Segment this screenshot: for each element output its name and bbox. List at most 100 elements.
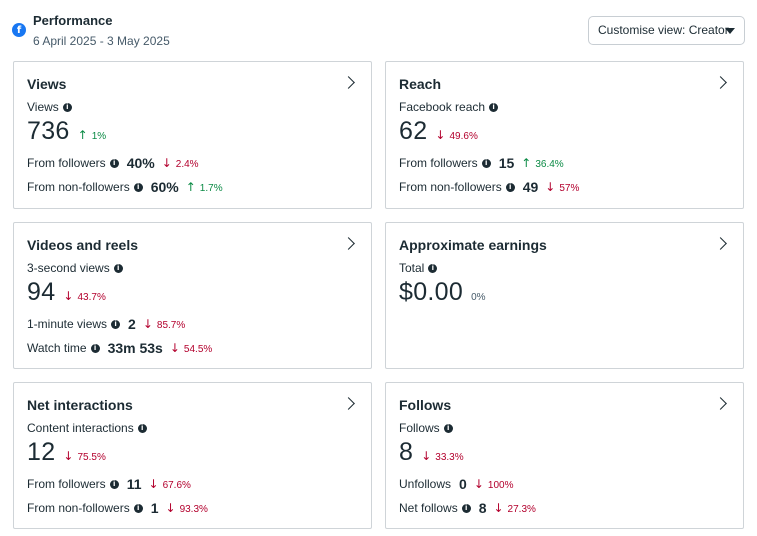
info-icon[interactable]: i <box>111 319 121 329</box>
caret-down-icon <box>725 28 735 34</box>
metric-label-text: Facebook reach <box>399 100 486 114</box>
change-value: 0% <box>471 292 486 303</box>
breakdown-value: 49 <box>522 179 539 195</box>
arrow-down-icon: ↓ <box>421 449 432 463</box>
metric-label: 3-second views i <box>27 261 123 275</box>
change-value: 2.4% <box>175 159 199 170</box>
metric-label-text: Content interactions <box>27 421 134 435</box>
interactions-details-button[interactable] <box>339 393 361 415</box>
info-icon[interactable]: i <box>109 479 119 489</box>
performance-header: f Performance 6 April 2025 - 3 May 2025 … <box>12 12 745 52</box>
change-indicator: ↓ 85.7% <box>143 317 185 331</box>
views-details-button[interactable] <box>339 72 361 94</box>
follows-details-button[interactable] <box>711 393 733 415</box>
breakdown-value: 33m 53s <box>107 340 163 356</box>
breakdown-label: Watch time <box>27 341 87 355</box>
info-icon[interactable]: i <box>443 423 453 433</box>
change-indicator: ↓ 49.6% <box>435 128 477 142</box>
breakdown-value: 60% <box>150 179 179 195</box>
change-value: 67.6% <box>162 480 191 491</box>
change-indicator: ↑ 1.7% <box>186 180 223 194</box>
date-range: 6 April 2025 - 3 May 2025 <box>33 34 170 48</box>
breakdown-label: From followers <box>27 477 106 491</box>
arrow-down-icon: ↓ <box>63 289 74 303</box>
videos-reels-card[interactable]: Videos and reels 3-second views i 94 ↓ 43.… <box>13 222 372 369</box>
breakdown-value: 0 <box>459 476 467 492</box>
info-icon[interactable]: i <box>428 263 438 273</box>
earnings-card[interactable]: Approximate earnings Total i $0.00 0% <box>385 222 744 369</box>
info-icon[interactable]: i <box>505 182 515 192</box>
follows-card[interactable]: Follows Follows i 8 ↓ 33.3% Unfollows 0 ↓ 1… <box>385 382 744 529</box>
views-card[interactable]: Views Views i 736 ↑ 1% From followers i 40%… <box>13 61 372 209</box>
change-value: 100% <box>487 480 514 491</box>
metric-label: Total i <box>399 261 438 275</box>
reach-details-button[interactable] <box>711 72 733 94</box>
breakdown-value: 40% <box>126 155 155 171</box>
metric-label: Facebook reach i <box>399 100 499 114</box>
metric-value: 62 <box>399 117 428 145</box>
breakdown-row: From non-followers i 49 ↓ 57% <box>399 179 579 195</box>
change-value: 85.7% <box>156 320 186 331</box>
change-indicator: ↓ 33.3% <box>421 449 463 463</box>
change-value: 33.3% <box>435 452 464 463</box>
breakdown-label: From followers <box>27 156 106 170</box>
customise-view-dropdown[interactable]: Customise view: Creator <box>588 16 745 45</box>
change-indicator: ↓ 100% <box>474 477 514 491</box>
change-indicator: ↓ 67.6% <box>149 477 191 491</box>
breakdown-label: Unfollows <box>399 477 452 491</box>
metric-label-text: Views <box>27 100 59 114</box>
breakdown-label: From non-followers <box>399 180 502 194</box>
info-icon[interactable]: i <box>481 158 491 168</box>
metric-label: Views i <box>27 100 72 114</box>
breakdown-row: From followers i 40% ↓ 2.4% <box>27 155 199 171</box>
breakdown-value: 1 <box>150 500 159 516</box>
arrow-down-icon: ↓ <box>473 477 484 491</box>
breakdown-row: From followers i 11 ↓ 67.6% <box>27 476 191 492</box>
info-icon[interactable]: i <box>461 503 471 513</box>
breakdown-label: 1-minute views <box>27 317 108 331</box>
arrow-down-icon: ↓ <box>493 501 504 515</box>
breakdown-value: 11 <box>126 476 142 492</box>
change-indicator: ↓ 54.5% <box>170 341 212 355</box>
breakdown-value: 2 <box>128 316 136 332</box>
breakdown-label: Net follows <box>399 501 458 515</box>
change-value: 43.7% <box>77 292 106 303</box>
chevron-right-icon <box>342 76 355 89</box>
change-value: 1.7% <box>199 183 223 194</box>
metric-label: Content interactions i <box>27 421 147 435</box>
breakdown-label: From non-followers <box>27 501 130 515</box>
videos-details-button[interactable] <box>339 233 361 255</box>
earnings-details-button[interactable] <box>711 233 733 255</box>
change-value: 1% <box>91 131 107 142</box>
change-value: 36.4% <box>535 159 564 170</box>
arrow-down-icon: ↓ <box>148 477 159 491</box>
info-icon[interactable]: i <box>109 158 119 168</box>
arrow-up-icon: ↑ <box>185 180 196 194</box>
change-indicator: ↓ 93.3% <box>166 501 208 515</box>
arrow-down-icon: ↓ <box>169 341 180 355</box>
info-icon[interactable]: i <box>90 343 100 353</box>
breakdown-row: From non-followers i 60% ↑ 1.7% <box>27 179 223 195</box>
info-icon[interactable]: i <box>133 503 143 513</box>
page-title: Performance <box>33 13 113 28</box>
change-value: 57% <box>559 183 580 194</box>
change-indicator: ↑ 1% <box>78 128 107 142</box>
metric-label-text: 3-second views <box>27 261 110 275</box>
breakdown-value: 15 <box>498 155 515 171</box>
info-icon[interactable]: i <box>113 263 123 273</box>
metric-value: 94 <box>27 278 56 306</box>
primary-metric: 94 ↓ 43.7% <box>27 278 106 307</box>
breakdown-row: Watch time i 33m 53s ↓ 54.5% <box>27 340 212 356</box>
breakdown-label: From non-followers <box>27 180 130 194</box>
metric-label-text: Total <box>399 261 425 275</box>
card-title: Videos and reels <box>27 237 139 253</box>
info-icon[interactable]: i <box>62 102 72 112</box>
info-icon[interactable]: i <box>133 182 143 192</box>
info-icon[interactable]: i <box>137 423 147 433</box>
net-interactions-card[interactable]: Net interactions Content interactions i 1… <box>13 382 372 529</box>
info-icon[interactable]: i <box>489 102 499 112</box>
reach-card[interactable]: Reach Facebook reach i 62 ↓ 49.6% From fol… <box>385 61 744 209</box>
breakdown-row: From non-followers i 1 ↓ 93.3% <box>27 500 208 516</box>
metric-value: 12 <box>27 438 56 466</box>
breakdown-row: From followers i 15 ↑ 36.4% <box>399 155 564 171</box>
